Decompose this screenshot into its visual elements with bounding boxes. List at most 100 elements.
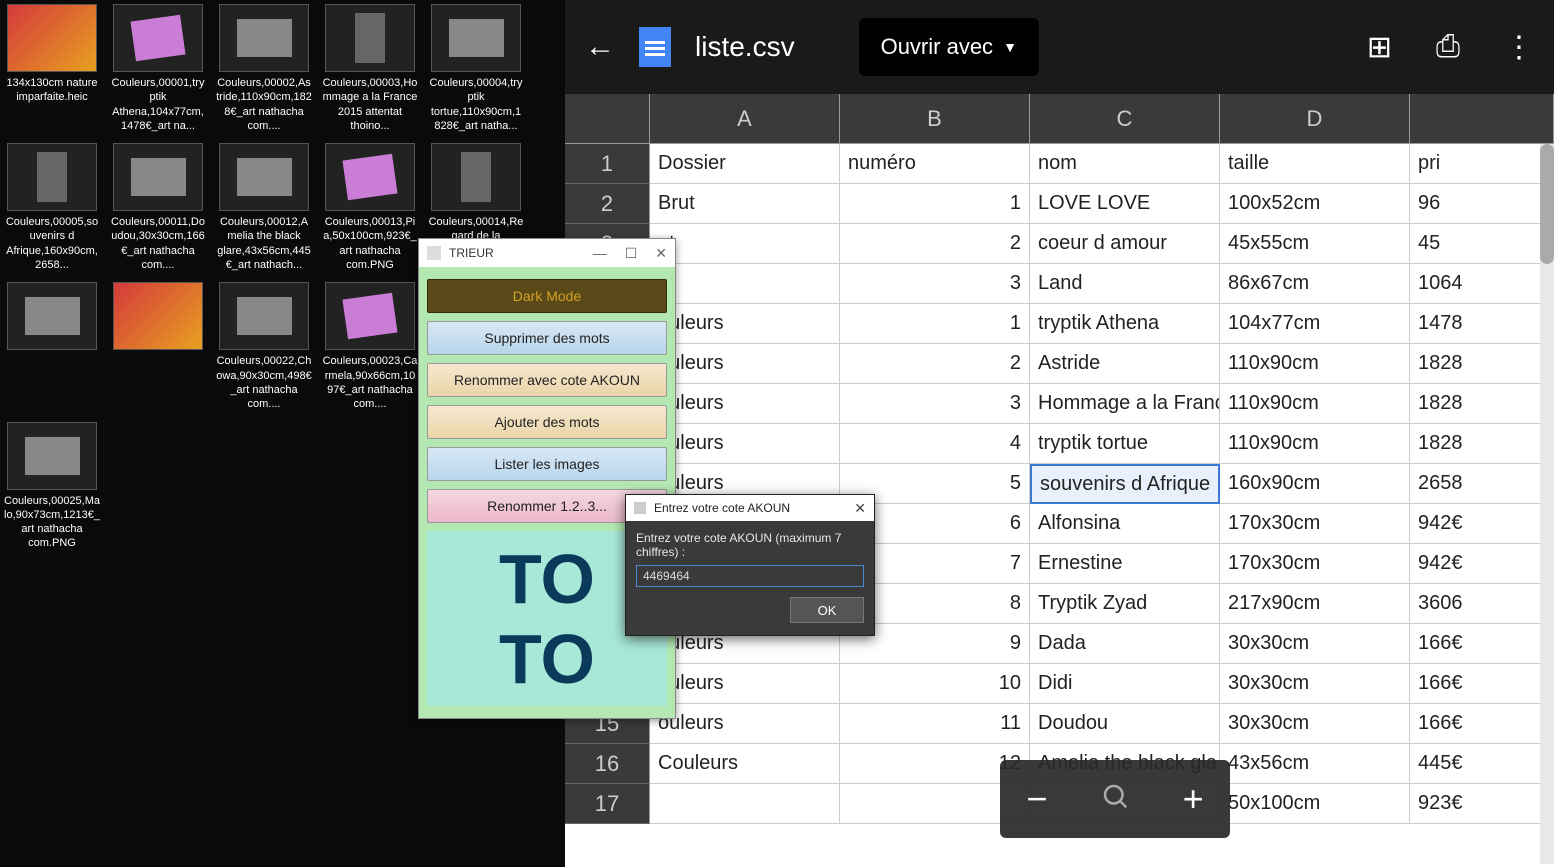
thumbnail-item[interactable]: Couleurs,00005,souvenirs d Afrique,160x9… (4, 143, 100, 272)
cell[interactable]: 445€ (1410, 744, 1554, 784)
cell[interactable]: coeur d amour (1030, 224, 1220, 264)
thumbnail-item[interactable]: Couleurs,00002,Astride,110x90cm,1828€_ar… (216, 4, 312, 133)
thumbnail-item[interactable]: Couleurs,00022,Chowa,90x30cm,498€_art na… (216, 282, 312, 411)
cell[interactable]: 1064 (1410, 264, 1554, 304)
ok-button[interactable]: OK (790, 597, 864, 623)
cell[interactable]: 2658 (1410, 464, 1554, 504)
more-menu-icon[interactable]: ⋮ (1504, 30, 1534, 65)
open-with-button[interactable]: Ouvrir avec (859, 18, 1039, 76)
cell[interactable]: ut (650, 224, 840, 264)
cell[interactable]: 170x30cm (1220, 504, 1410, 544)
cell[interactable]: Astride (1030, 344, 1220, 384)
thumbnail-item[interactable]: 134x130cm nature imparfaite.heic (4, 4, 100, 133)
cell[interactable]: ouleurs (650, 304, 840, 344)
close-icon[interactable]: ✕ (655, 245, 667, 262)
cell[interactable]: 104x77cm (1220, 304, 1410, 344)
add-comment-icon[interactable]: ⊞ (1367, 30, 1392, 65)
cell[interactable]: ouleurs (650, 344, 840, 384)
cell[interactable]: souvenirs d Afrique (1030, 464, 1220, 504)
cell[interactable]: 1828 (1410, 384, 1554, 424)
cell[interactable]: 166€ (1410, 704, 1554, 744)
cell[interactable]: 1478 (1410, 304, 1554, 344)
cell[interactable]: ouleurs (650, 384, 840, 424)
spreadsheet[interactable]: ABCD 1234567891011121314151617 Dossiernu… (565, 94, 1554, 867)
print-icon[interactable]: ⎙ (1436, 30, 1460, 65)
cell[interactable]: 30x30cm (1220, 624, 1410, 664)
header-cell[interactable]: nom (1030, 144, 1220, 184)
back-arrow-icon[interactable]: ← (585, 30, 615, 64)
cell[interactable]: 110x90cm (1220, 384, 1410, 424)
cell[interactable]: 923€ (1410, 784, 1554, 824)
cell[interactable]: 86x67cm (1220, 264, 1410, 304)
cell[interactable]: Hommage a la Franc (1030, 384, 1220, 424)
cell[interactable]: 50x100cm (1220, 784, 1410, 824)
zoom-out-icon[interactable]: − (1026, 778, 1047, 820)
thumbnail-item[interactable]: Couleurs,00013,Pia,50x100cm,923€_art nat… (322, 143, 418, 272)
thumbnail-item[interactable]: Couleurs,00004,tryptik tortue,110x90cm,1… (428, 4, 524, 133)
cell[interactable]: 1 (840, 304, 1030, 344)
close-icon[interactable]: ✕ (854, 500, 866, 517)
cell[interactable]: ouleurs (650, 424, 840, 464)
header-cell[interactable]: Dossier (650, 144, 840, 184)
thumbnail-item[interactable]: Couleurs,00023,Carmela,90x66cm,1097€_art… (322, 282, 418, 411)
trieur-titlebar[interactable]: TRIEUR — ☐ ✕ (419, 239, 675, 267)
thumbnail-item[interactable]: Couleurs,00003,Hommage a la France 2015 … (322, 4, 418, 133)
cell[interactable]: Alfonsina (1030, 504, 1220, 544)
row-header[interactable]: 17 (565, 784, 650, 824)
thumbnail-item[interactable]: Couleurs,00001,tryptik Athena,104x77cm,1… (110, 4, 206, 133)
cell[interactable]: 942€ (1410, 544, 1554, 584)
cell[interactable]: 45 (1410, 224, 1554, 264)
cell[interactable]: ouleurs (650, 664, 840, 704)
akoun-titlebar[interactable]: Entrez votre cote AKOUN ✕ (626, 495, 874, 521)
cell[interactable]: 10 (840, 664, 1030, 704)
header-cell[interactable]: numéro (840, 144, 1030, 184)
row-header[interactable]: 16 (565, 744, 650, 784)
cell[interactable]: 3 (840, 264, 1030, 304)
cell[interactable]: ouleurs (650, 704, 840, 744)
cell[interactable]: Couleurs (650, 744, 840, 784)
cell[interactable]: 110x90cm (1220, 344, 1410, 384)
cell[interactable]: 110x90cm (1220, 424, 1410, 464)
cell[interactable]: 1 (840, 184, 1030, 224)
cell[interactable]: 43x56cm (1220, 744, 1410, 784)
ajouter-mots-button[interactable]: Ajouter des mots (427, 405, 667, 439)
cell[interactable]: 4 (840, 424, 1030, 464)
thumbnail-item[interactable]: Couleurs,00012,Amelia the black glare,43… (216, 143, 312, 272)
row-header[interactable]: 1 (565, 144, 650, 184)
cell[interactable]: 1828 (1410, 424, 1554, 464)
cell[interactable]: tryptik Athena (1030, 304, 1220, 344)
cell[interactable]: LOVE LOVE (1030, 184, 1220, 224)
cell[interactable]: 217x90cm (1220, 584, 1410, 624)
header-cell[interactable]: taille (1220, 144, 1410, 184)
zoom-in-icon[interactable]: + (1183, 778, 1204, 820)
cell[interactable]: 2 (840, 344, 1030, 384)
thumbnail-item[interactable]: Couleurs,00025,Malo,90x73cm,1213€_art na… (4, 422, 100, 551)
cell[interactable] (650, 784, 840, 824)
minimize-icon[interactable]: — (593, 245, 607, 262)
cell[interactable]: Didi (1030, 664, 1220, 704)
cell[interactable]: Ernestine (1030, 544, 1220, 584)
cell[interactable]: 166€ (1410, 664, 1554, 704)
cell[interactable]: Dada (1030, 624, 1220, 664)
supprimer-mots-button[interactable]: Supprimer des mots (427, 321, 667, 355)
cell[interactable]: 170x30cm (1220, 544, 1410, 584)
column-header-C[interactable]: C (1030, 94, 1220, 144)
cell[interactable]: 942€ (1410, 504, 1554, 544)
cell[interactable]: 2 (840, 224, 1030, 264)
cell[interactable]: 100x52cm (1220, 184, 1410, 224)
cell[interactable]: 1828 (1410, 344, 1554, 384)
cell[interactable]: 30x30cm (1220, 664, 1410, 704)
cell[interactable]: Land (1030, 264, 1220, 304)
column-header-B[interactable]: B (840, 94, 1030, 144)
cell[interactable]: 45x55cm (1220, 224, 1410, 264)
renommer-akoun-button[interactable]: Renommer avec cote AKOUN (427, 363, 667, 397)
header-cell[interactable]: pri (1410, 144, 1554, 184)
akoun-cote-input[interactable] (636, 565, 864, 587)
vertical-scrollbar[interactable] (1540, 144, 1554, 864)
zoom-reset-icon[interactable] (1100, 778, 1130, 820)
cell[interactable]: tryptik tortue (1030, 424, 1220, 464)
thumbnail-item[interactable] (110, 282, 206, 411)
cell[interactable]: 160x90cm (1220, 464, 1410, 504)
cell[interactable]: Tryptik Zyad (1030, 584, 1220, 624)
cell[interactable]: ut (650, 264, 840, 304)
